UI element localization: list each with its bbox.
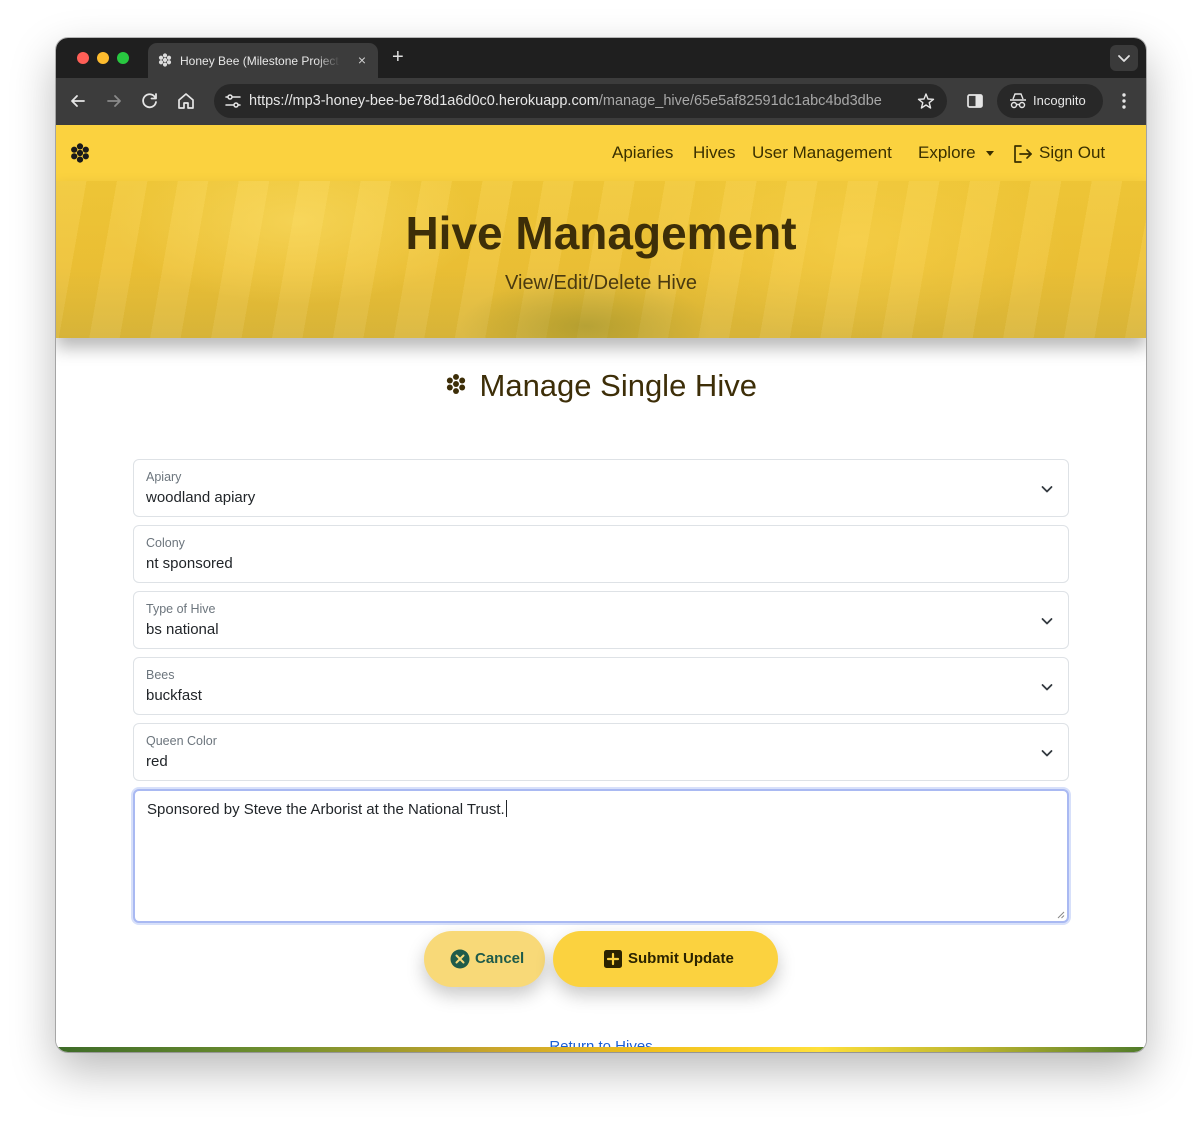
hive-type-select[interactable]: Type of Hive bs national [133,591,1069,649]
hive-type-value: bs national [146,621,219,638]
home-icon[interactable] [175,90,197,112]
queen-color-select[interactable]: Queen Color red [133,723,1069,781]
side-panel-icon[interactable] [964,90,986,112]
nav-apiaries-link[interactable]: Apiaries [612,142,673,164]
colony-value: nt sponsored [146,555,233,572]
hero-banner: Hive Management View/Edit/Delete Hive [56,181,1146,338]
new-tab-button[interactable]: + [392,46,404,68]
page-subtitle: View/Edit/Delete Hive [505,272,697,294]
apiary-value: woodland apiary [146,489,256,506]
tab-title: Honey Bee (Milestone Project 3) [180,54,340,68]
honeycomb-icon [446,373,466,395]
submit-update-button[interactable]: Submit Update [553,931,778,987]
tab-search-button[interactable] [1110,45,1138,71]
cancel-label: Cancel [475,950,525,967]
nav-hives-link[interactable]: Hives [693,142,736,164]
honeycomb-logo-icon[interactable] [70,143,90,163]
tab-close-icon[interactable]: × [358,51,366,69]
notes-value: Sponsored by Steve the Arborist at the N… [147,801,505,818]
bees-select[interactable]: Bees buckfast [133,657,1069,715]
sign-out-icon[interactable] [1012,143,1034,165]
apiary-label: Apiary [146,470,182,484]
url-path: /manage_hive/65e5af82591dc1abc4bd3dbe [598,93,882,109]
bookmark-star-icon[interactable] [917,92,935,110]
reload-icon[interactable] [139,90,161,112]
x-circle-icon [450,949,470,969]
form-heading: Manage Single Hive [479,368,757,403]
submit-update-label: Submit Update [628,950,734,967]
address-bar[interactable]: https://mp3-honey-bee-be78d1a6d0c0.herok… [214,84,947,118]
plus-square-icon [604,950,622,968]
chevron-down-icon [1041,750,1053,757]
site-settings-icon[interactable] [223,92,243,110]
section-header: Manage Single Hive [56,368,1146,404]
footer-image-strip [56,1047,1146,1052]
page-title: Hive Management [405,207,797,259]
chevron-down-icon [1041,684,1053,691]
queen-color-label: Queen Color [146,734,217,748]
nav-sign-out-link[interactable]: Sign Out [1039,142,1105,164]
incognito-icon [1010,93,1026,109]
maximize-window-button[interactable] [117,52,129,64]
nav-explore-dropdown[interactable]: Explore [918,142,976,164]
text-cursor [505,800,507,817]
chevron-down-icon [1041,618,1053,625]
close-window-button[interactable] [77,52,89,64]
back-arrow-icon[interactable] [67,90,89,112]
browser-toolbar: https://mp3-honey-bee-be78d1a6d0c0.herok… [56,78,1146,125]
page-content: Apiaries Hives User Management Explore S… [56,125,1146,1052]
navbar: Apiaries Hives User Management Explore S… [56,125,1146,181]
browser-window: Honey Bee (Milestone Project 3) × + http… [56,38,1146,1052]
minimize-window-button[interactable] [97,52,109,64]
incognito-indicator[interactable]: Incognito [997,84,1103,118]
tab-strip: Honey Bee (Milestone Project 3) × + [56,38,1146,78]
hive-type-label: Type of Hive [146,602,216,616]
apiary-select[interactable]: Apiary woodland apiary [133,459,1069,517]
cancel-button[interactable]: Cancel [424,931,545,987]
incognito-label: Incognito [1033,93,1086,108]
notes-text: Sponsored by Steve the Arborist at the N… [147,800,507,820]
chevron-down-icon [1118,55,1130,62]
nav-user-management-link[interactable]: User Management [752,142,892,164]
url-text: https://mp3-honey-bee-be78d1a6d0c0.herok… [249,92,909,110]
colony-label: Colony [146,536,185,550]
caret-down-icon[interactable] [986,151,994,156]
url-host: https://mp3-honey-bee-be78d1a6d0c0.herok… [249,93,599,109]
chevron-down-icon [1041,486,1053,493]
resize-grip-icon[interactable] [1055,909,1065,919]
colony-input[interactable]: Colony nt sponsored [133,525,1069,583]
bees-label: Bees [146,668,175,682]
notes-textarea[interactable]: Sponsored by Steve the Arborist at the N… [133,789,1069,923]
forward-arrow-icon[interactable] [103,90,125,112]
bees-value: buckfast [146,687,202,704]
more-menu-icon[interactable] [1113,90,1135,112]
honeycomb-icon [158,53,172,67]
queen-color-value: red [146,753,168,770]
browser-tab[interactable]: Honey Bee (Milestone Project 3) × [148,43,378,78]
